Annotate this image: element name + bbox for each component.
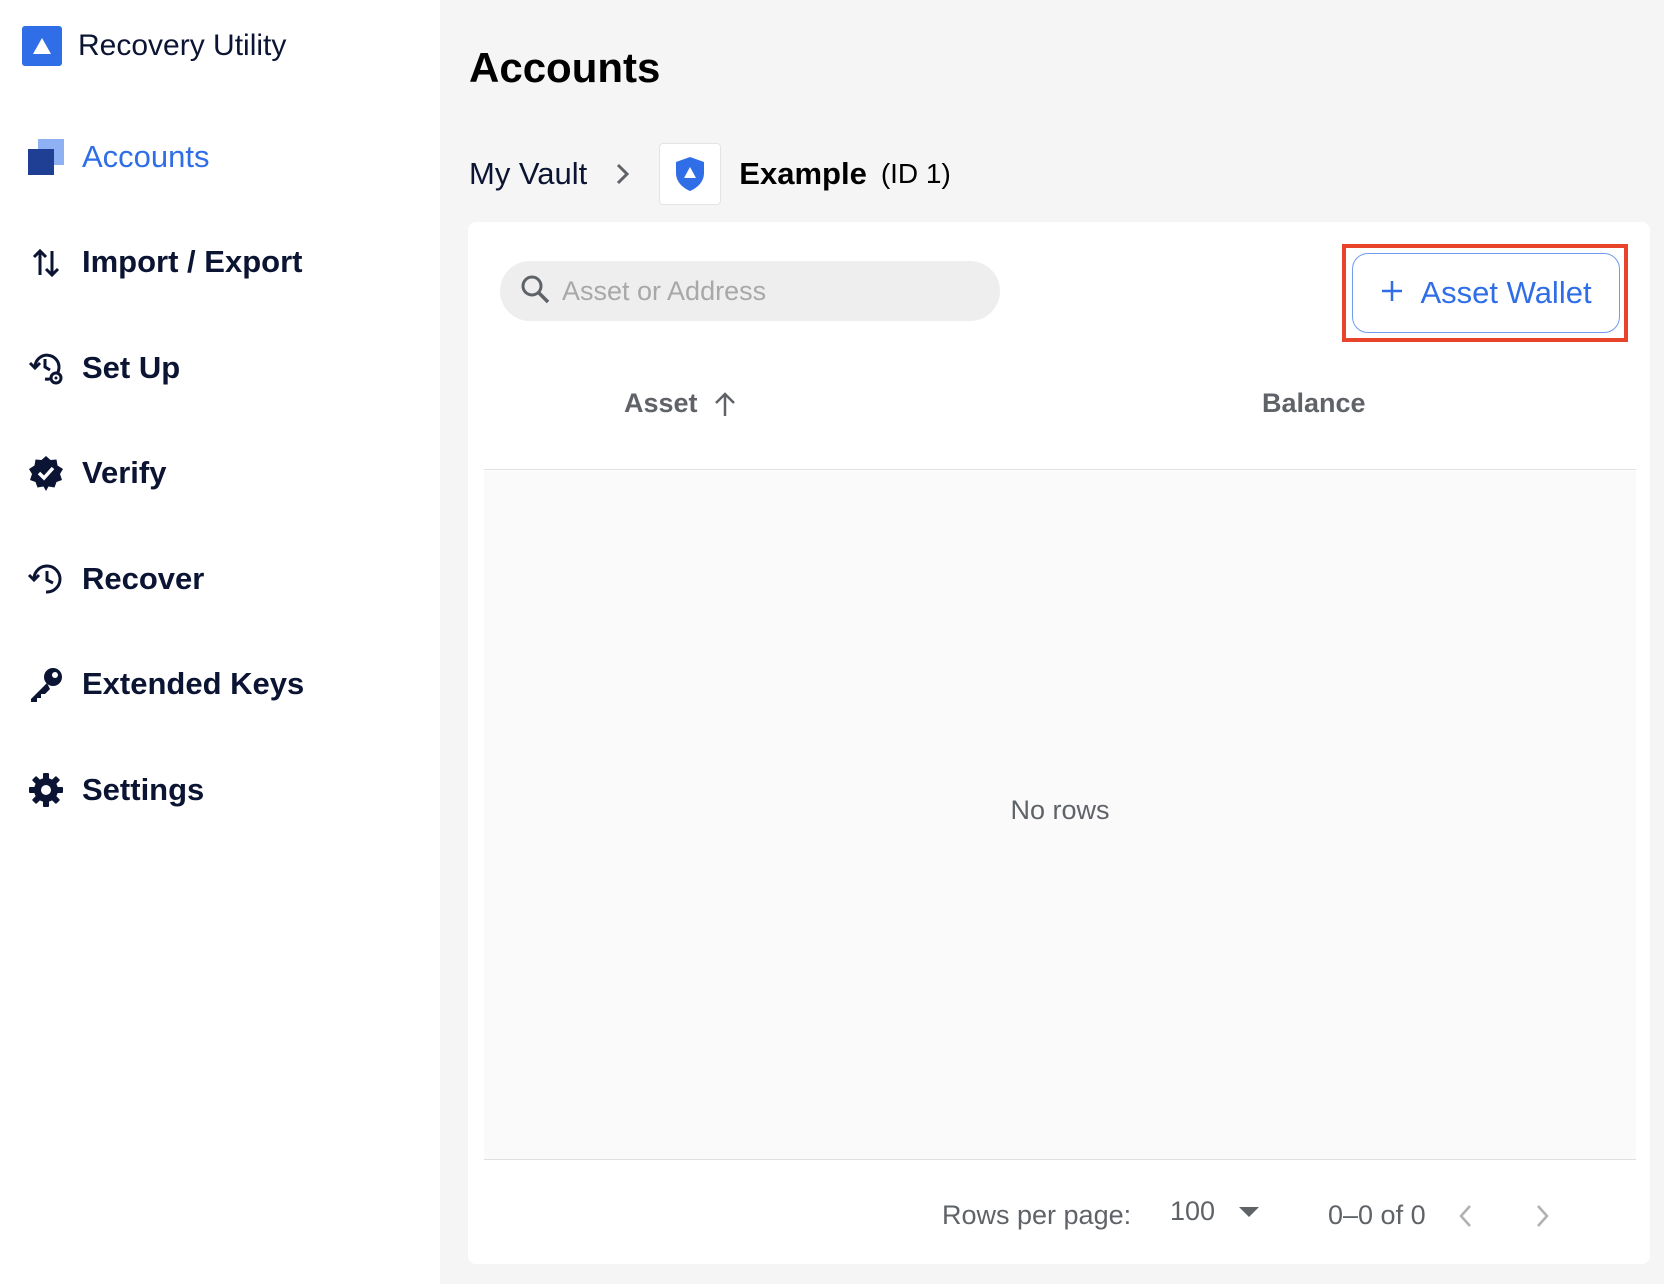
brand: Recovery Utility bbox=[22, 26, 286, 66]
sidebar-item-label: Recover bbox=[82, 561, 205, 596]
sidebar-item-import-export[interactable]: Import / Export bbox=[24, 237, 302, 287]
accounts-table: Asset Balance No rows Rows per page: 100… bbox=[484, 352, 1636, 1252]
app-window: Recovery Utility Accounts Import / Expor… bbox=[0, 0, 1664, 1284]
table-body: No rows bbox=[484, 471, 1636, 1160]
sidebar-item-accounts[interactable]: Accounts bbox=[24, 132, 210, 182]
chevron-right-icon bbox=[615, 162, 631, 186]
accounts-card: Asset Wallet Asset Balance No rows bbox=[468, 222, 1650, 1264]
sidebar-item-recover[interactable]: Recover bbox=[24, 554, 204, 604]
pagination-range: 0–0 of 0 bbox=[1328, 1200, 1426, 1230]
table-header: Asset Balance bbox=[484, 352, 1636, 470]
column-header-label: Balance bbox=[1262, 388, 1366, 418]
add-asset-wallet-button[interactable]: Asset Wallet bbox=[1352, 253, 1620, 333]
sidebar-item-extended-keys[interactable]: Extended Keys bbox=[24, 659, 304, 709]
previous-page-button[interactable] bbox=[1446, 1196, 1486, 1236]
rows-per-page-label: Rows per page: bbox=[942, 1200, 1132, 1230]
sidebar-item-verify[interactable]: Verify bbox=[24, 448, 166, 498]
app-title: Recovery Utility bbox=[78, 29, 287, 62]
sidebar-item-settings[interactable]: Settings bbox=[24, 765, 204, 815]
empty-state-text: No rows bbox=[1010, 795, 1110, 825]
rows-per-page-value: 100 bbox=[1170, 1196, 1216, 1226]
main-content: Accounts My Vault Example (ID 1) Asset o… bbox=[440, 0, 1664, 1284]
search-input[interactable] bbox=[562, 275, 982, 307]
breadcrumb-my-vault[interactable]: My Vault bbox=[469, 156, 587, 192]
next-page-button[interactable] bbox=[1522, 1196, 1562, 1236]
sidebar-item-label: Verify bbox=[82, 455, 167, 490]
dropdown-arrow-icon bbox=[1239, 1206, 1260, 1218]
sort-ascending-icon[interactable] bbox=[712, 390, 738, 418]
sidebar-item-set-up[interactable]: Set Up bbox=[24, 343, 180, 393]
column-header-label: Asset bbox=[624, 388, 698, 418]
sidebar-item-label: Set Up bbox=[82, 350, 181, 385]
table-pagination: Rows per page: 100 0–0 of 0 bbox=[484, 1160, 1636, 1260]
column-header-balance[interactable]: Balance bbox=[1262, 388, 1366, 419]
brand-logo-icon bbox=[22, 26, 62, 66]
plus-icon bbox=[1380, 279, 1404, 308]
sidebar-item-label: Extended Keys bbox=[82, 666, 305, 701]
key-icon bbox=[24, 662, 68, 706]
breadcrumb-vault-name: Example bbox=[739, 156, 867, 191]
add-asset-wallet-label: Asset Wallet bbox=[1420, 275, 1592, 310]
setup-icon bbox=[24, 346, 68, 390]
sidebar-item-label: Import / Export bbox=[82, 244, 303, 279]
verify-icon bbox=[24, 451, 68, 495]
rows-per-page-select[interactable]: 100 bbox=[1170, 1196, 1260, 1227]
import-export-icon bbox=[24, 240, 68, 284]
breadcrumb: My Vault Example (ID 1) bbox=[469, 142, 951, 206]
search-icon bbox=[520, 274, 550, 309]
gear-icon bbox=[24, 768, 68, 812]
recover-icon bbox=[24, 557, 68, 601]
sidebar-item-label: Accounts bbox=[82, 139, 210, 174]
search-bar bbox=[500, 261, 1000, 321]
column-header-asset[interactable]: Asset bbox=[624, 388, 738, 419]
breadcrumb-vault-id: (ID 1) bbox=[880, 158, 951, 189]
sidebar: Recovery Utility Accounts Import / Expor… bbox=[0, 0, 440, 1284]
page-title: Accounts bbox=[469, 44, 661, 91]
accounts-icon bbox=[24, 135, 68, 179]
vault-shield-icon bbox=[659, 143, 722, 205]
sidebar-item-label: Settings bbox=[82, 772, 205, 807]
